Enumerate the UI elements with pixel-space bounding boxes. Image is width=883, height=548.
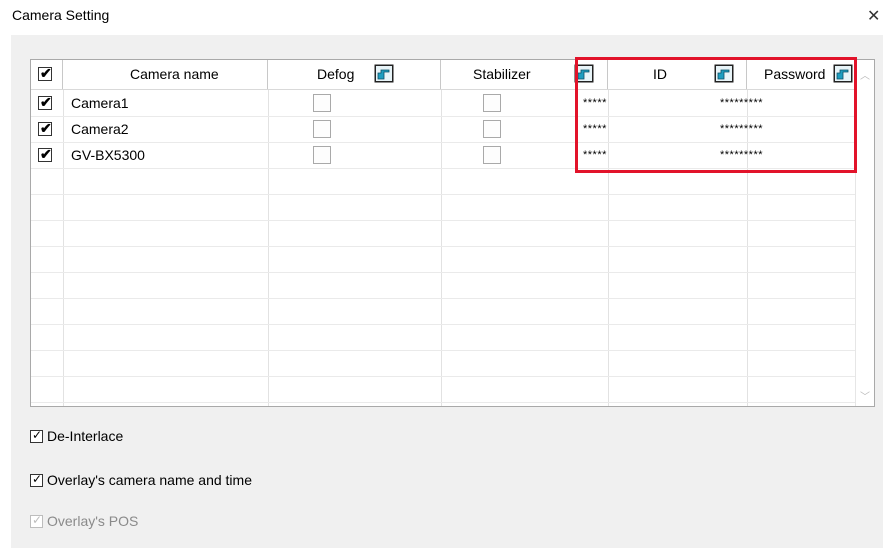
header-select-all-cell: ✔ (31, 60, 63, 89)
defog-checkbox[interactable] (313, 120, 331, 138)
row-checkbox[interactable]: ✔ (38, 120, 52, 136)
id-cell[interactable]: ***** (583, 123, 607, 135)
select-all-checkbox[interactable]: ✔ (38, 65, 52, 81)
empty-row (31, 246, 855, 273)
table-row[interactable]: ✔ Camera2 ***** ********* (31, 116, 855, 143)
header-id[interactable]: ID (608, 60, 747, 89)
pointing-hand-icon[interactable] (574, 64, 594, 83)
vertical-scrollbar[interactable]: ︿ ﹀ (855, 60, 874, 406)
password-cell[interactable]: ********* (720, 123, 763, 135)
header-stabilizer[interactable]: Stabilizer (441, 60, 608, 89)
empty-row (31, 324, 855, 351)
pointing-hand-icon[interactable] (714, 64, 734, 83)
checkmark-icon: ✓ (32, 513, 43, 527)
title-bar: Camera Setting ✕ (0, 0, 883, 30)
overlay-name-time-checkbox[interactable]: ✓ (30, 472, 43, 487)
scroll-up-icon[interactable]: ︿ (860, 67, 870, 82)
password-cell[interactable]: ********* (720, 97, 763, 109)
defog-checkbox[interactable] (313, 94, 331, 112)
header-defog[interactable]: Defog (268, 60, 441, 89)
deinterlace-checkbox[interactable]: ✓ (30, 428, 43, 443)
checkmark-icon: ✔ (40, 146, 52, 162)
defog-checkbox[interactable] (313, 146, 331, 164)
row-checkbox[interactable]: ✔ (38, 146, 52, 162)
stabilizer-checkbox[interactable] (483, 120, 501, 138)
camera-name-cell: Camera2 (71, 121, 129, 137)
deinterlace-label[interactable]: De-Interlace (47, 428, 123, 444)
pointing-hand-icon[interactable] (833, 64, 853, 83)
camera-name-cell: GV-BX5300 (71, 147, 145, 163)
checkmark-icon: ✔ (40, 120, 52, 136)
window-title: Camera Setting (12, 7, 110, 23)
checkmark-icon: ✓ (32, 428, 43, 442)
camera-name-cell: Camera1 (71, 95, 129, 111)
row-checkbox[interactable]: ✔ (38, 94, 52, 110)
overlay-pos-checkbox: ✓ (30, 513, 43, 528)
empty-row (31, 194, 855, 221)
header-id-label: ID (653, 66, 667, 82)
close-icon[interactable]: ✕ (867, 6, 880, 26)
overlay-pos-label: Overlay's POS (47, 513, 139, 529)
checkmark-icon: ✓ (32, 472, 43, 486)
password-cell[interactable]: ********* (720, 149, 763, 161)
header-password-label: Password (764, 66, 826, 82)
header-stabilizer-label: Stabilizer (473, 66, 531, 82)
table-row[interactable]: ✔ Camera1 ***** ********* (31, 90, 855, 117)
table-row[interactable]: ✔ GV-BX5300 ***** ********* (31, 142, 855, 169)
checkmark-icon: ✔ (40, 94, 52, 110)
empty-row (31, 168, 855, 195)
scroll-down-icon[interactable]: ﹀ (860, 388, 870, 403)
id-cell[interactable]: ***** (583, 97, 607, 109)
id-cell[interactable]: ***** (583, 149, 607, 161)
empty-row (31, 376, 855, 403)
pointing-hand-icon[interactable] (374, 64, 394, 83)
checkmark-icon: ✔ (40, 65, 52, 81)
empty-row (31, 350, 855, 377)
overlay-name-time-label[interactable]: Overlay's camera name and time (47, 472, 252, 488)
header-camera-name-label: Camera name (130, 66, 219, 82)
empty-row (31, 272, 855, 299)
empty-row (31, 298, 855, 325)
header-password[interactable]: Password (747, 60, 855, 89)
header-camera-name[interactable]: Camera name (63, 60, 268, 89)
empty-row (31, 220, 855, 247)
header-defog-label: Defog (317, 66, 355, 82)
stabilizer-checkbox[interactable] (483, 146, 501, 164)
table-header: ✔ Camera name Defog Stabilizer ID Passwo… (31, 60, 874, 90)
camera-table: ✔ Camera name Defog Stabilizer ID Passwo… (30, 59, 875, 407)
stabilizer-checkbox[interactable] (483, 94, 501, 112)
